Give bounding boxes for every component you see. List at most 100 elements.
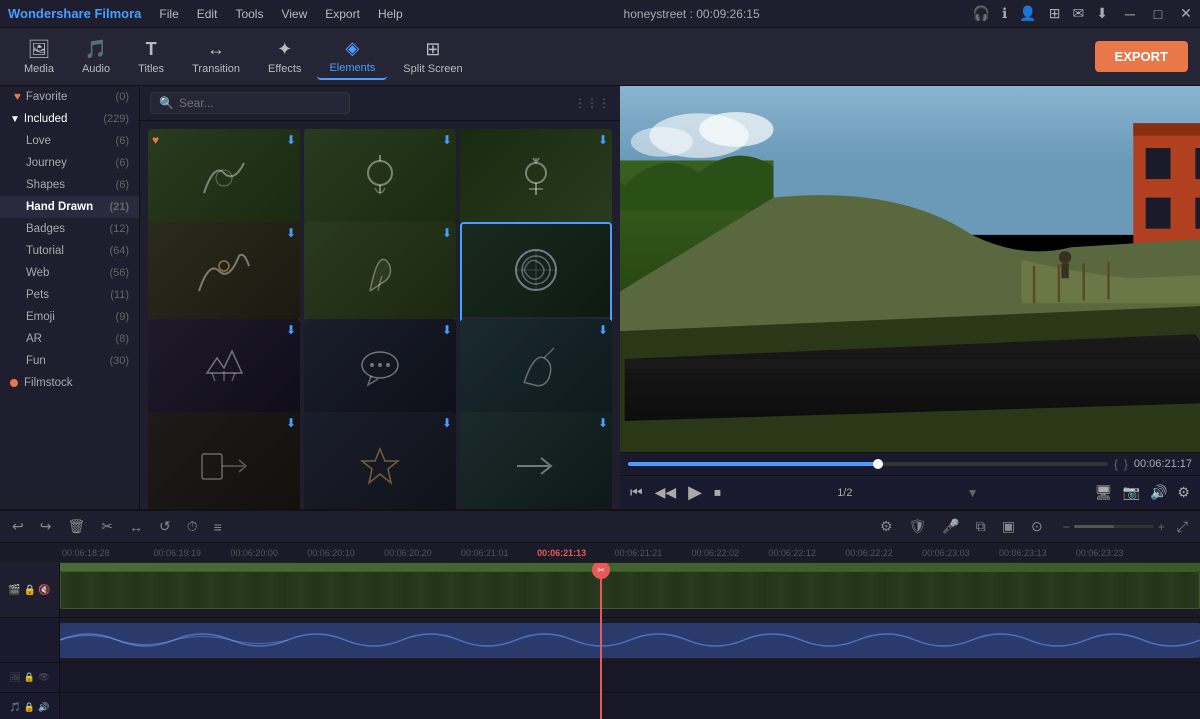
mail-icon[interactable]: ✉: [1073, 5, 1085, 22]
play-button[interactable]: ▶: [686, 480, 704, 505]
element-thumb-12: [460, 412, 612, 509]
timer-button[interactable]: ⏱: [183, 516, 202, 537]
panel-item-web[interactable]: Web (56): [0, 262, 139, 284]
toolbar-titles[interactable]: T Titles: [126, 35, 176, 79]
account-icon[interactable]: 👤: [1019, 5, 1036, 22]
fullscreen-button[interactable]: ⤢: [1173, 516, 1192, 537]
audio-clip[interactable]: [60, 623, 1200, 658]
overlay-button[interactable]: ▣: [998, 516, 1019, 537]
settings-icon-preview[interactable]: ⚙: [1175, 482, 1192, 503]
panel-item-emoji[interactable]: Emoji (9): [0, 306, 139, 328]
menu-tools[interactable]: Tools: [227, 5, 271, 23]
panel-item-ar[interactable]: AR (8): [0, 328, 139, 350]
ruler-tick-12: 00:06:23:13: [984, 548, 1061, 558]
playback-buttons: ⏮ ◀◀ ▶ ⏹: [628, 480, 723, 505]
panel-item-love[interactable]: Love (6): [0, 130, 139, 152]
lock-icon-track1[interactable]: 🔒: [24, 672, 35, 683]
element-item-12[interactable]: ⬇: [460, 412, 612, 509]
export-button[interactable]: EXPORT: [1095, 41, 1188, 72]
lock-icon-video[interactable]: 🔒: [24, 585, 36, 596]
element-item-10[interactable]: ⬇: [148, 412, 300, 509]
grid-icon[interactable]: ⊞: [1049, 5, 1061, 22]
menu-file[interactable]: File: [151, 5, 186, 23]
download-icon-11: ⬇: [442, 416, 452, 430]
info-icon[interactable]: ℹ: [1002, 5, 1007, 22]
zoom-plus-icon[interactable]: +: [1158, 520, 1165, 534]
stop-button[interactable]: ⏹: [712, 482, 723, 503]
undo-button[interactable]: ↩: [8, 516, 28, 537]
maximize-button[interactable]: □: [1152, 8, 1164, 20]
progress-bar[interactable]: [628, 462, 1108, 466]
element-item-11[interactable]: ⬇: [304, 412, 456, 509]
audio-track-content[interactable]: [60, 618, 1200, 662]
crop-button[interactable]: ⊙: [1027, 516, 1047, 537]
ruler-tick-9: 00:06:22:12: [754, 548, 831, 558]
snapshot-icon[interactable]: 📷: [1121, 482, 1142, 503]
cut-button[interactable]: ✂: [97, 516, 117, 537]
video-clip[interactable]: [60, 571, 1200, 609]
panel-item-favorite[interactable]: ♥ Favorite (0): [0, 86, 139, 108]
split-button[interactable]: ↔: [125, 517, 147, 537]
minimize-button[interactable]: ─: [1124, 8, 1136, 20]
panel-item-hand-drawn[interactable]: Hand Drawn (21): [0, 196, 139, 218]
heart-icon-1: ♥: [152, 133, 159, 147]
search-input[interactable]: [179, 96, 341, 110]
music-icon-track[interactable]: 🎵: [10, 702, 21, 713]
lock-icon-track2[interactable]: 🔒: [24, 702, 35, 713]
audio-label: Audio: [82, 63, 110, 75]
video-track-content[interactable]: [60, 563, 1200, 617]
panel-item-fun[interactable]: Fun (30): [0, 350, 139, 372]
rewind-button[interactable]: ⏮: [628, 482, 645, 503]
audio-track: [0, 618, 1200, 663]
image-icon-track[interactable]: 🖼: [9, 672, 20, 683]
rotate-button[interactable]: ↺: [155, 516, 175, 537]
panel-item-shapes[interactable]: Shapes (6): [0, 174, 139, 196]
prev-frame-button[interactable]: ◀◀: [653, 482, 679, 503]
toolbar-audio[interactable]: 🎵 Audio: [70, 35, 122, 79]
volume-icon-track2[interactable]: 🔊: [38, 702, 49, 713]
settings-button[interactable]: ⚙: [876, 516, 897, 537]
menu-export[interactable]: Export: [317, 5, 368, 23]
headset-icon[interactable]: 🎧: [973, 5, 990, 22]
panel-item-included[interactable]: ▼ Included (229): [0, 108, 139, 130]
menu-view[interactable]: View: [273, 5, 315, 23]
playback-right-controls: 🖥 📷 🔊 ⚙: [1093, 482, 1192, 503]
panel-item-tutorial[interactable]: Tutorial (64): [0, 240, 139, 262]
bracket-left-icon: {: [1114, 457, 1118, 471]
mic-button[interactable]: 🎤: [938, 516, 963, 537]
grid-options-icon[interactable]: ⋮⋮⋮: [574, 96, 610, 110]
protect-button[interactable]: 🛡: [905, 516, 931, 537]
page-dropdown-icon[interactable]: ▼: [967, 486, 979, 500]
redo-button[interactable]: ↪: [36, 516, 56, 537]
visibility-icon-track1[interactable]: 👁: [38, 672, 49, 683]
mute-icon-video[interactable]: 🔇: [38, 585, 50, 596]
zoom-slider[interactable]: [1074, 525, 1154, 528]
panel-item-badges[interactable]: Badges (12): [0, 218, 139, 240]
timeline-tracks: ✂ 🎬 🔒 🔇: [0, 563, 1200, 719]
layers-button[interactable]: ⧉: [972, 516, 990, 537]
toolbar-media[interactable]: 🖼 Media: [12, 35, 66, 79]
panel-item-journey[interactable]: Journey (6): [0, 152, 139, 174]
badges-count: (12): [109, 223, 129, 235]
search-box[interactable]: 🔍: [150, 92, 350, 114]
toolbar-effects[interactable]: ✦ Effects: [256, 35, 313, 79]
download-icon[interactable]: ⬇: [1096, 5, 1108, 22]
titles-label: Titles: [138, 63, 164, 75]
panel-item-pets[interactable]: Pets (11): [0, 284, 139, 306]
menu-help[interactable]: Help: [370, 5, 411, 23]
zoom-minus-icon[interactable]: −: [1063, 520, 1070, 534]
preview-panel: { } 00:06:21:17 ⏮ ◀◀ ▶ ⏹ 1/2 ▼ 🖥 📷 🔊 ⚙: [620, 86, 1200, 509]
toolbar-transition[interactable]: ↔ Transition: [180, 35, 252, 79]
delete-button[interactable]: 🗑: [63, 516, 89, 537]
toolbar-split-screen[interactable]: ⊞ Split Screen: [391, 35, 474, 79]
toolbar-elements[interactable]: ◈ Elements: [317, 34, 387, 80]
element-thumb-1: [148, 129, 300, 226]
volume-icon[interactable]: 🔊: [1148, 482, 1169, 503]
panel-item-filmstock[interactable]: Filmstock: [0, 372, 139, 394]
list-button[interactable]: ≡: [210, 517, 226, 537]
download-icon-2: ⬇: [442, 133, 452, 147]
elements-grid: ⬇ ♥ Element Handdrawn 5 ⬇ Element Handdr…: [140, 121, 620, 509]
menu-edit[interactable]: Edit: [189, 5, 226, 23]
close-button[interactable]: ✕: [1180, 8, 1192, 20]
monitor-icon[interactable]: 🖥: [1093, 482, 1115, 503]
